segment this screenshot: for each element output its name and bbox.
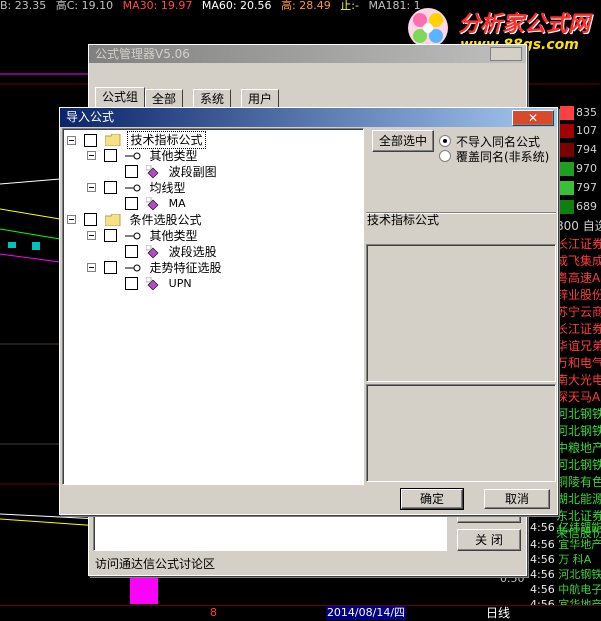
collapse-icon[interactable] — [87, 263, 96, 272]
tree-node-formula[interactable]: 波段副图 — [125, 163, 219, 179]
formula-manager-titlebar[interactable]: 公式管理器V5.06 — [89, 45, 526, 63]
close-button[interactable]: 关 闭 — [457, 529, 521, 551]
tree-node-label: UPN — [168, 276, 192, 290]
collapse-icon[interactable] — [87, 183, 96, 192]
folder-icon — [104, 134, 121, 146]
tree-checkbox[interactable] — [103, 149, 117, 162]
bottom-status-bar: 8 2014/08/14/四 日线 — [0, 605, 601, 621]
close-icon: ✕ — [527, 111, 539, 125]
collapse-icon[interactable] — [87, 151, 96, 160]
folder-icon — [104, 213, 121, 226]
tree-node-label: 波段选股 — [168, 244, 217, 259]
tree-node-label: 走势特征选股 — [149, 260, 222, 275]
formula-icon — [145, 196, 159, 210]
indicator-bar: B: 23.35 高C: 19.10 MA30: 19.97 MA60: 20.… — [0, 0, 420, 12]
price-row: 835 — [560, 104, 601, 122]
tree-checkbox[interactable] — [125, 245, 138, 258]
tab-system[interactable]: 系统 — [193, 89, 232, 107]
tree-checkbox[interactable] — [103, 261, 117, 274]
formula-icon — [145, 244, 159, 258]
price-row: 797 — [560, 179, 601, 197]
tree-node-label: 波段副图 — [168, 164, 217, 179]
radio-overwrite-duplicates-label[interactable]: 覆盖同名(非系统) — [456, 148, 549, 165]
indicator-c: 高C: 19.10 — [55, 0, 114, 12]
tab-all[interactable]: 全部 — [145, 89, 184, 107]
cancel-button[interactable]: 取消 — [484, 489, 550, 509]
key-icon — [124, 152, 141, 159]
tree-node-type[interactable]: 其他类型 — [87, 147, 200, 163]
indicator-ma60: MA60: 20.56 — [201, 0, 272, 12]
tree-checkbox[interactable] — [125, 197, 138, 210]
formula-tree[interactable]: 技术指标公式 其他类型 波段副图 均线型 MA 条件选股公式 其他类型 波段选股… — [62, 128, 364, 485]
period-label[interactable]: 日线 — [486, 606, 510, 620]
radio-overwrite-duplicates[interactable] — [439, 150, 451, 162]
key-icon — [124, 264, 141, 271]
formula-icon — [145, 276, 159, 290]
tree-node-label: MA — [168, 196, 186, 210]
tree-node-folder[interactable]: 技术指标公式 — [67, 131, 206, 149]
import-formula-dialog: 导入公式 ✕ 技术指标公式 其他类型 波段副图 均线型 MA 条件选股公式 其他… — [59, 107, 558, 515]
axis-mark: 8 — [210, 606, 217, 619]
indicator-b: B: 23.35 — [0, 0, 47, 12]
key-icon — [124, 232, 141, 239]
radio-skip-duplicates[interactable] — [439, 135, 451, 147]
tree-node-label: 条件选股公式 — [129, 212, 202, 227]
tree-node-formula[interactable]: UPN — [125, 275, 194, 291]
tree-node-label: 其他类型 — [149, 228, 198, 243]
formula-preview-panel — [366, 384, 556, 482]
import-dialog-titlebar[interactable]: 导入公式 — [60, 108, 557, 127]
key-icon — [124, 184, 141, 191]
watchlist-item[interactable]: 荣信股份 — [556, 523, 601, 543]
tree-node-label: 其他类型 — [149, 148, 198, 163]
tree-node-type[interactable]: 均线型 — [87, 179, 188, 195]
price-row: 970 — [560, 160, 601, 178]
tree-node-type[interactable]: 走势特征选股 — [87, 259, 224, 275]
category-label: 技术指标公式 — [367, 213, 440, 227]
formula-icon — [145, 164, 159, 178]
price-row: 689 — [560, 198, 601, 216]
tab-formula-group[interactable]: 公式组 — [95, 87, 146, 107]
formula-description-box — [93, 511, 447, 551]
ok-button[interactable]: 确定 — [400, 488, 464, 510]
tree-checkbox[interactable] — [83, 133, 97, 147]
collapse-icon[interactable] — [67, 135, 76, 145]
tab-user[interactable]: 用户 — [241, 89, 280, 107]
dialog-close-button[interactable]: ✕ — [512, 110, 554, 126]
tree-checkbox[interactable] — [103, 229, 117, 242]
tree-checkbox[interactable] — [125, 277, 138, 290]
formula-manager-close[interactable] — [490, 47, 522, 61]
formula-manager-tabs: 公式组 全部 系统 用户 — [95, 87, 515, 109]
indicator-ma30: MA30: 19.97 — [122, 0, 193, 12]
indicator-high: 高: 28.49 — [281, 0, 331, 12]
tree-checkbox[interactable] — [83, 213, 97, 226]
collapse-icon[interactable] — [87, 231, 96, 240]
watchlist-header: 800 自选 — [556, 219, 601, 233]
tree-node-type[interactable]: 其他类型 — [87, 227, 200, 243]
forum-link[interactable]: 访问通达信公式讨论区 — [95, 555, 215, 572]
date-label: 2014/08/14/四 — [326, 606, 406, 620]
tree-checkbox[interactable] — [103, 181, 117, 194]
tree-node-formula[interactable]: MA — [125, 195, 188, 211]
tree-node-folder[interactable]: 条件选股公式 — [67, 211, 204, 227]
collapse-icon[interactable] — [67, 215, 76, 224]
tree-node-label: 均线型 — [149, 180, 186, 195]
tree-checkbox[interactable] — [125, 165, 138, 178]
price-label-panel: 835 107 794 970 797 689 — [560, 100, 601, 220]
formula-info-panel — [366, 244, 556, 382]
tree-node-formula[interactable]: 波段选股 — [125, 243, 219, 259]
price-row: 794 — [560, 141, 601, 159]
indicator-stop: 止:- — [340, 0, 359, 12]
select-all-button[interactable]: 全部选中 — [372, 130, 434, 152]
watchlist-panel: 800 自选 长江证券 成飞集成 粤高速A 锌业股份 苏宁云商 长江证券 华谊兄… — [556, 216, 601, 620]
price-row: 107 — [560, 122, 601, 140]
